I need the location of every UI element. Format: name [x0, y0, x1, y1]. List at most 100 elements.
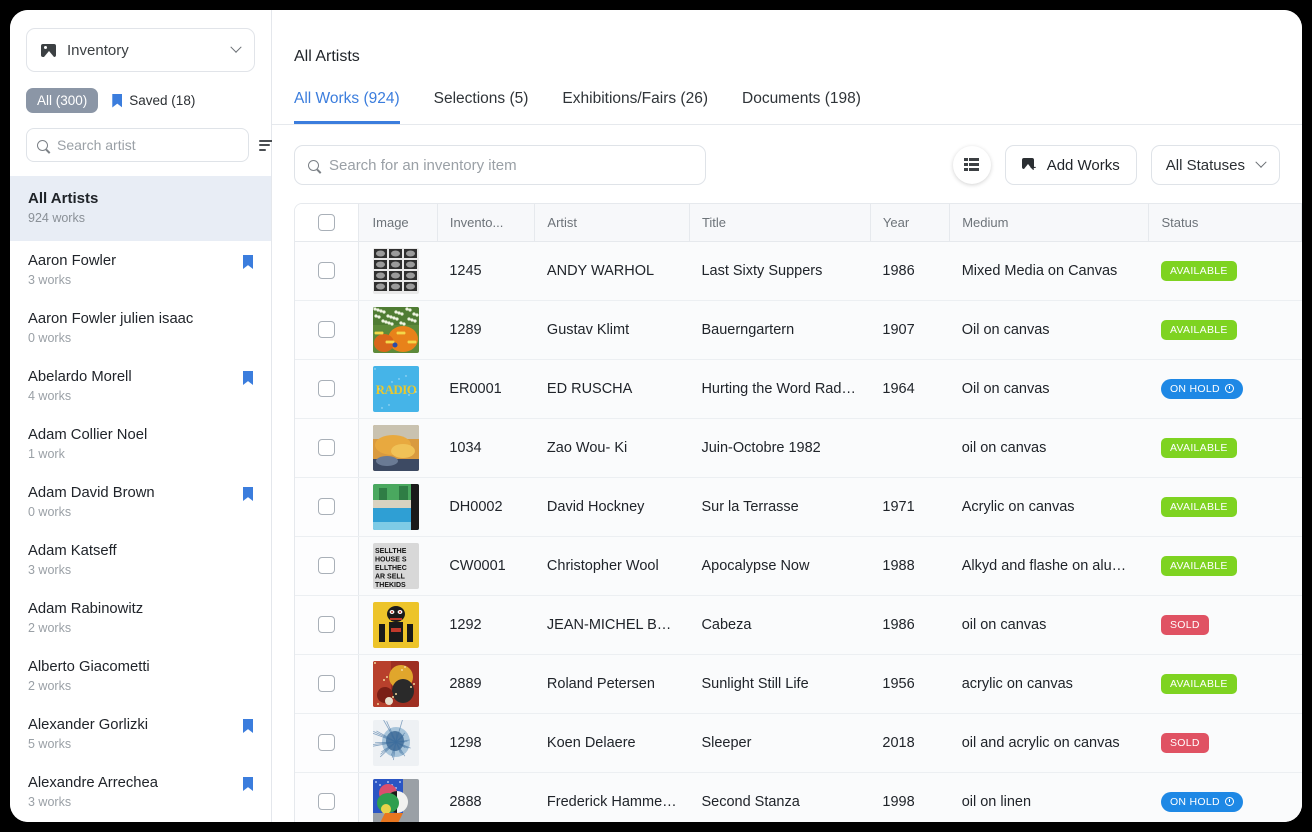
row-inventory-number: 2888	[437, 772, 535, 822]
row-status-cell: AVAILABLE	[1149, 654, 1302, 713]
artwork-thumbnail[interactable]	[373, 720, 419, 766]
artist-list-item[interactable]: Adam David Brown 0 works	[10, 473, 271, 531]
artwork-thumbnail[interactable]: SELLTHEHOUSE SELLTHECAR SELLTHEKIDS	[373, 543, 419, 589]
svg-text:AR SELL: AR SELL	[375, 573, 406, 580]
row-medium: oil on canvas	[950, 418, 1149, 477]
artist-work-count: 0 works	[28, 331, 253, 345]
table-row[interactable]: 1298 Koen Delaere Sleeper 2018 oil and a…	[295, 713, 1302, 772]
status-badge: AVAILABLE	[1161, 320, 1237, 340]
table-row[interactable]: DH0002 David Hockney Sur la Terrasse 197…	[295, 477, 1302, 536]
row-artist: Christopher Wool	[535, 536, 690, 595]
status-badge-label: AVAILABLE	[1170, 442, 1228, 454]
column-header-inventory[interactable]: Invento...	[437, 204, 535, 241]
row-status-cell: AVAILABLE	[1149, 418, 1302, 477]
row-checkbox[interactable]	[318, 793, 335, 810]
row-checkbox[interactable]	[318, 498, 335, 515]
search-artist-input[interactable]	[57, 137, 238, 153]
row-checkbox[interactable]	[318, 734, 335, 751]
row-checkbox[interactable]	[318, 557, 335, 574]
workspace-select[interactable]: Inventory	[26, 28, 255, 72]
artwork-thumbnail[interactable]	[373, 307, 419, 353]
select-all-checkbox[interactable]	[318, 214, 335, 231]
table-row[interactable]: RADIO ER0001 ED RUSCHA Hurting the Word …	[295, 359, 1302, 418]
row-checkbox[interactable]	[318, 380, 335, 397]
artist-list-item-all[interactable]: All Artists 924 works	[10, 176, 271, 241]
column-header-medium[interactable]: Medium	[950, 204, 1149, 241]
row-medium: acrylic on canvas	[950, 654, 1149, 713]
filter-saved-button[interactable]: Saved (18)	[112, 93, 195, 108]
row-artist: David Hockney	[535, 477, 690, 536]
row-medium: oil and acrylic on canvas	[950, 713, 1149, 772]
svg-text:RADIO: RADIO	[375, 382, 416, 397]
artist-name: Adam Collier Noel	[28, 427, 253, 443]
artwork-thumbnail[interactable]: RADIO	[373, 366, 419, 412]
table-row[interactable]: 1034 Zao Wou- Ki Juin-Octobre 1982 oil o…	[295, 418, 1302, 477]
status-filter-dropdown[interactable]: All Statuses	[1151, 145, 1280, 185]
column-header-image[interactable]: Image	[358, 204, 437, 241]
column-header-title[interactable]: Title	[689, 204, 870, 241]
row-year: 1986	[870, 595, 949, 654]
search-inventory-input[interactable]	[329, 157, 692, 174]
search-inventory-field[interactable]	[294, 145, 706, 185]
row-inventory-number: 1245	[437, 241, 535, 300]
column-header-status[interactable]: Status	[1149, 204, 1302, 241]
artwork-thumbnail[interactable]	[373, 425, 419, 471]
table-row[interactable]: 1289 Gustav Klimt Bauerngartern 1907 Oil…	[295, 300, 1302, 359]
tab-exhibitions-fairs-26[interactable]: Exhibitions/Fairs (26)	[562, 90, 708, 124]
status-badge: SOLD	[1161, 733, 1209, 753]
tab-all-works-924[interactable]: All Works (924)	[294, 90, 400, 124]
row-year: 1988	[870, 536, 949, 595]
row-checkbox[interactable]	[318, 321, 335, 338]
row-image-cell	[358, 713, 437, 772]
status-badge: ON HOLD	[1161, 792, 1243, 812]
works-table-container: Image Invento... Artist Title Year Mediu…	[294, 203, 1302, 822]
row-title: Second Stanza	[689, 772, 870, 822]
search-icon	[308, 160, 319, 171]
row-status-cell: ON HOLD	[1149, 772, 1302, 822]
artist-list-item[interactable]: Alexandre Arrechea 3 works	[10, 763, 271, 821]
bookmark-icon	[112, 94, 122, 108]
sidebar-header: Inventory All (300) Saved (18)	[10, 10, 271, 162]
row-checkbox[interactable]	[318, 675, 335, 692]
row-inventory-number: 1289	[437, 300, 535, 359]
artist-list-item[interactable]: Abelardo Morell 4 works	[10, 357, 271, 415]
tab-selections-5[interactable]: Selections (5)	[434, 90, 529, 124]
list-view-toggle-button[interactable]	[953, 146, 991, 184]
row-title: Hurting the Word Radio #2	[689, 359, 870, 418]
row-checkbox[interactable]	[318, 616, 335, 633]
artist-list-item[interactable]: Aaron Fowler 3 works	[10, 241, 271, 299]
artwork-thumbnail[interactable]	[373, 484, 419, 530]
row-checkbox[interactable]	[318, 439, 335, 456]
table-row[interactable]: 1292 JEAN-MICHEL BAS... Cabeza 1986 oil …	[295, 595, 1302, 654]
table-row[interactable]: SELLTHEHOUSE SELLTHECAR SELLTHEKIDS CW00…	[295, 536, 1302, 595]
row-artist: Gustav Klimt	[535, 300, 690, 359]
artwork-thumbnail[interactable]	[373, 661, 419, 707]
column-header-year[interactable]: Year	[870, 204, 949, 241]
table-row[interactable]: 2889 Roland Petersen Sunlight Still Life…	[295, 654, 1302, 713]
row-medium: Oil on canvas	[950, 359, 1149, 418]
tab-bar: All Works (924) Selections (5) Exhibitions…	[272, 66, 1302, 125]
status-badge: AVAILABLE	[1161, 674, 1237, 694]
artist-list-item[interactable]: Alberto Giacometti 2 works	[10, 647, 271, 705]
artist-list-item[interactable]: Alexander Gorlizki 5 works	[10, 705, 271, 763]
artwork-thumbnail[interactable]	[373, 248, 419, 294]
table-row[interactable]: 2888 Frederick Hammersl... Second Stanza…	[295, 772, 1302, 822]
artist-list-item[interactable]: Adam Collier Noel 1 work	[10, 415, 271, 473]
table-row[interactable]: 1245 ANDY WARHOL Last Sixty Suppers 1986…	[295, 241, 1302, 300]
artwork-thumbnail[interactable]	[373, 779, 419, 823]
table-body: 1245 ANDY WARHOL Last Sixty Suppers 1986…	[295, 241, 1302, 822]
artwork-thumbnail[interactable]	[373, 602, 419, 648]
filter-all-button[interactable]: All (300)	[26, 88, 98, 113]
row-title: Juin-Octobre 1982	[689, 418, 870, 477]
main-content: All Artists All Works (924)Selections (5…	[272, 10, 1302, 822]
search-artist-field[interactable]	[26, 128, 249, 162]
artist-list-item[interactable]: Adam Katseff 3 works	[10, 531, 271, 589]
tab-documents-198[interactable]: Documents (198)	[742, 90, 861, 124]
artist-list-item[interactable]: Adam Rabinowitz 2 works	[10, 589, 271, 647]
add-works-button[interactable]: + Add Works	[1005, 145, 1137, 185]
artist-list-item[interactable]: Aaron Fowler julien isaac 0 works	[10, 299, 271, 357]
row-checkbox[interactable]	[318, 262, 335, 279]
column-header-artist[interactable]: Artist	[535, 204, 690, 241]
artist-list[interactable]: All Artists 924 works Aaron Fowler 3 wor…	[10, 176, 271, 822]
status-badge-label: AVAILABLE	[1170, 560, 1228, 572]
